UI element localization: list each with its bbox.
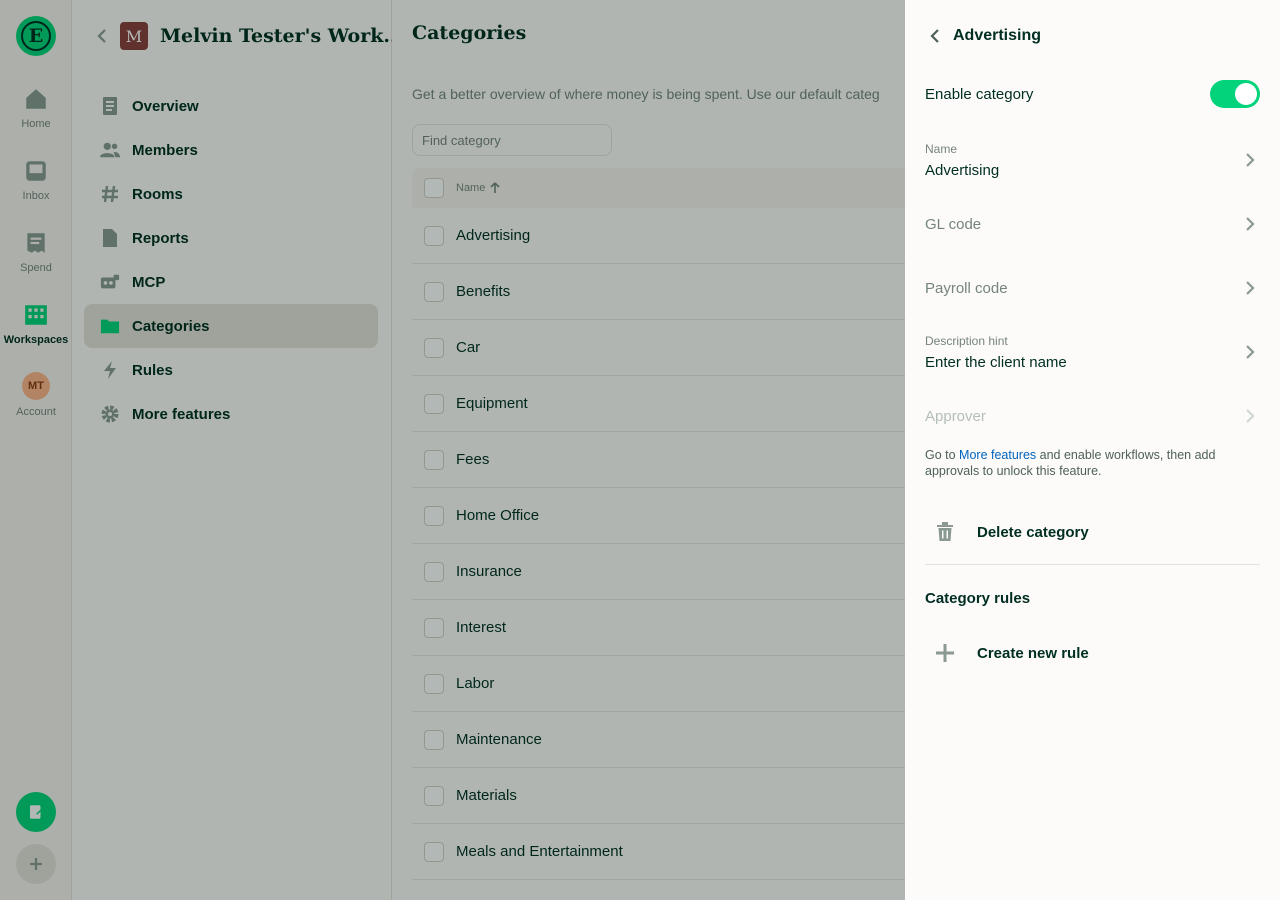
payroll-code-menu-item[interactable]: Payroll code	[925, 274, 1260, 302]
name-menu-item[interactable]: Name Advertising	[925, 138, 1260, 182]
description-hint-label: Description hint	[925, 333, 1008, 348]
delete-category-label: Delete category	[977, 523, 1089, 541]
enable-category-row: Enable category	[925, 78, 1260, 110]
plus-icon	[925, 633, 965, 673]
name-value: Advertising	[925, 161, 1000, 179]
delete-category-button[interactable]: Delete category	[925, 512, 1260, 552]
description-hint-value: Enter the client name	[925, 353, 1067, 371]
name-label: Name	[925, 141, 958, 156]
chevron-right-icon	[1240, 342, 1260, 362]
chevron-left-icon	[930, 29, 939, 43]
category-rules-heading: Category rules	[925, 590, 1031, 607]
panel-back-button[interactable]	[925, 26, 945, 46]
gl-code-menu-item[interactable]: GL code	[925, 210, 1260, 238]
description-hint-menu-item[interactable]: Description hint Enter the client name	[925, 330, 1260, 374]
chevron-right-icon	[1240, 278, 1260, 298]
modal-overlay[interactable]	[0, 0, 905, 900]
chevron-right-icon	[1240, 214, 1260, 234]
divider	[925, 564, 1260, 565]
gl-code-label: GL code	[925, 215, 982, 233]
create-new-rule-button[interactable]: Create new rule	[925, 633, 1260, 673]
more-features-link[interactable]: More features	[959, 448, 1036, 462]
hint-prefix: Go to	[925, 448, 960, 462]
payroll-code-label: Payroll code	[925, 279, 1008, 297]
toggle-knob	[1235, 83, 1257, 105]
chevron-right-icon	[1240, 150, 1260, 170]
panel-header: Advertising	[925, 24, 1041, 48]
trash-icon	[925, 512, 965, 552]
enable-category-toggle[interactable]	[1210, 80, 1260, 108]
approver-hint: Go to More features and enable workflows…	[925, 447, 1245, 479]
chevron-right-icon	[1240, 406, 1260, 426]
category-settings-panel: Advertising Enable category Name Adverti…	[905, 0, 1280, 900]
approver-menu-item: Approver	[925, 402, 1260, 430]
approver-label: Approver	[925, 407, 986, 425]
create-new-rule-label: Create new rule	[977, 644, 1089, 662]
enable-category-label: Enable category	[925, 85, 1034, 103]
panel-title: Advertising	[953, 27, 1042, 44]
